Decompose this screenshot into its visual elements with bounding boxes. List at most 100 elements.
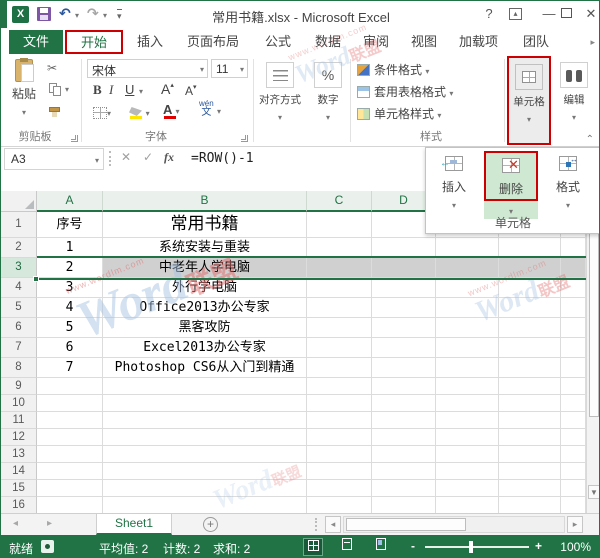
cell-E8[interactable] — [436, 358, 499, 378]
cell-F4[interactable] — [499, 278, 561, 298]
cell-A15[interactable] — [37, 480, 103, 497]
sheet-tab-sheet1[interactable]: Sheet1 — [96, 514, 172, 535]
cell-G7[interactable] — [561, 338, 586, 358]
cell-C8[interactable] — [307, 358, 372, 378]
cell-A13[interactable] — [37, 446, 103, 463]
formula-input[interactable]: =ROW()-1 — [191, 151, 254, 166]
cell-B9[interactable] — [103, 378, 307, 395]
cell-A9[interactable] — [37, 378, 103, 395]
copy-icon[interactable]: ▾ — [47, 81, 73, 99]
row-header-13[interactable]: 13 — [1, 446, 37, 463]
cell-D12[interactable] — [372, 429, 436, 446]
font-dialog-launcher-icon[interactable] — [241, 135, 248, 142]
shrink-font-button[interactable]: A▾ — [185, 83, 197, 98]
column-header-C[interactable]: C — [307, 191, 372, 212]
cells-group[interactable]: 单元格 ▾ — [507, 56, 551, 145]
zoom-slider-thumb[interactable] — [469, 541, 473, 553]
cell-E10[interactable] — [436, 395, 499, 412]
maximize-button[interactable] — [561, 8, 572, 18]
cell-G3[interactable] — [561, 258, 586, 278]
cell-D6[interactable] — [372, 318, 436, 338]
number-dropdown-icon[interactable]: ▾ — [326, 114, 330, 122]
cell-F12[interactable] — [499, 429, 561, 446]
cell-styles-button[interactable]: 单元格样式 ▾ — [357, 105, 441, 125]
cell-E15[interactable] — [436, 480, 499, 497]
cell-G12[interactable] — [561, 429, 586, 446]
cell-A4[interactable]: 3 — [37, 278, 103, 298]
ribbon-display-options-icon[interactable]: ▴ — [509, 8, 522, 20]
cell-C15[interactable] — [307, 480, 372, 497]
row-header-8[interactable]: 8 — [1, 358, 37, 378]
name-box-splitter[interactable] — [109, 151, 111, 166]
tab-overflow-icon[interactable]: ▸ — [590, 37, 595, 48]
row-header-7[interactable]: 7 — [1, 338, 37, 358]
cell-F15[interactable] — [499, 480, 561, 497]
cell-E12[interactable] — [436, 429, 499, 446]
cell-D8[interactable] — [372, 358, 436, 378]
cell-D7[interactable] — [372, 338, 436, 358]
cell-A10[interactable] — [37, 395, 103, 412]
copy-dropdown-icon[interactable]: ▾ — [65, 86, 69, 94]
ribbon-tab-9[interactable]: 团队 — [513, 30, 559, 54]
cell-G16[interactable] — [561, 497, 586, 513]
cell-C1[interactable] — [307, 212, 372, 238]
cell-E2[interactable] — [436, 238, 499, 258]
cell-C13[interactable] — [307, 446, 372, 463]
grow-font-button[interactable]: A▴ — [161, 81, 174, 97]
minimize-button[interactable]: — — [541, 6, 557, 21]
cell-C6[interactable] — [307, 318, 372, 338]
cell-A7[interactable]: 6 — [37, 338, 103, 358]
cell-G14[interactable] — [561, 463, 586, 480]
cell-A16[interactable] — [37, 497, 103, 513]
hscroll-left-icon[interactable]: ◂ — [325, 516, 341, 533]
cell-F6[interactable] — [499, 318, 561, 338]
paste-dropdown-icon[interactable]: ▾ — [22, 108, 26, 117]
alignment-dropdown-icon[interactable]: ▾ — [278, 114, 282, 122]
alignment-group[interactable]: 对齐方式 ▾ — [255, 56, 305, 147]
ribbon-tab-4[interactable]: 公式 — [255, 30, 301, 54]
paste-button[interactable]: 粘贴 ▾ — [6, 59, 42, 133]
ribbon-tab-5[interactable]: 数据 — [305, 30, 351, 54]
cell-D5[interactable] — [372, 298, 436, 318]
tab-scrollbar-splitter[interactable] — [315, 518, 317, 531]
cell-D11[interactable] — [372, 412, 436, 429]
cell-E6[interactable] — [436, 318, 499, 338]
cell-C2[interactable] — [307, 238, 372, 258]
cell-B11[interactable] — [103, 412, 307, 429]
cell-G13[interactable] — [561, 446, 586, 463]
row-header-5[interactable]: 5 — [1, 298, 37, 318]
clipboard-dialog-launcher-icon[interactable] — [71, 135, 78, 142]
cell-E9[interactable] — [436, 378, 499, 395]
insert-dropdown-icon[interactable]: ▾ — [452, 202, 456, 210]
cell-B2[interactable]: 系统安装与重装 — [103, 238, 307, 258]
ribbon-tab-7[interactable]: 视图 — [401, 30, 447, 54]
cell-E3[interactable] — [436, 258, 499, 278]
cell-A6[interactable]: 5 — [37, 318, 103, 338]
cell-A2[interactable]: 1 — [37, 238, 103, 258]
underline-dropdown-icon[interactable]: ▾ — [139, 88, 143, 96]
cell-F8[interactable] — [499, 358, 561, 378]
cell-C14[interactable] — [307, 463, 372, 480]
format-dropdown-icon[interactable]: ▾ — [566, 202, 570, 210]
cell-C5[interactable] — [307, 298, 372, 318]
cell-D16[interactable] — [372, 497, 436, 513]
cell-G11[interactable] — [561, 412, 586, 429]
editing-dropdown-icon[interactable]: ▾ — [572, 114, 576, 122]
font-size-combo[interactable]: 11▾ — [211, 59, 248, 78]
cell-B7[interactable]: Excel2013办公专家 — [103, 338, 307, 358]
row-header-1[interactable]: 1 — [1, 212, 37, 238]
vertical-scrollbar-thumb[interactable] — [589, 225, 599, 417]
cell-C16[interactable] — [307, 497, 372, 513]
ribbon-tab-0[interactable]: 文件 — [9, 30, 63, 54]
zoom-slider-track[interactable] — [425, 546, 529, 548]
cell-B12[interactable] — [103, 429, 307, 446]
horizontal-scrollbar[interactable] — [343, 516, 565, 533]
cell-E13[interactable] — [436, 446, 499, 463]
select-all-corner[interactable] — [1, 191, 37, 212]
insert-function-icon[interactable]: fx — [164, 150, 174, 165]
cell-C11[interactable] — [307, 412, 372, 429]
ribbon-tab-6[interactable]: 审阅 — [353, 30, 399, 54]
help-button[interactable]: ? — [481, 6, 497, 21]
ribbon-tab-1[interactable]: 开始 — [65, 30, 123, 54]
normal-view-button[interactable] — [303, 538, 323, 556]
